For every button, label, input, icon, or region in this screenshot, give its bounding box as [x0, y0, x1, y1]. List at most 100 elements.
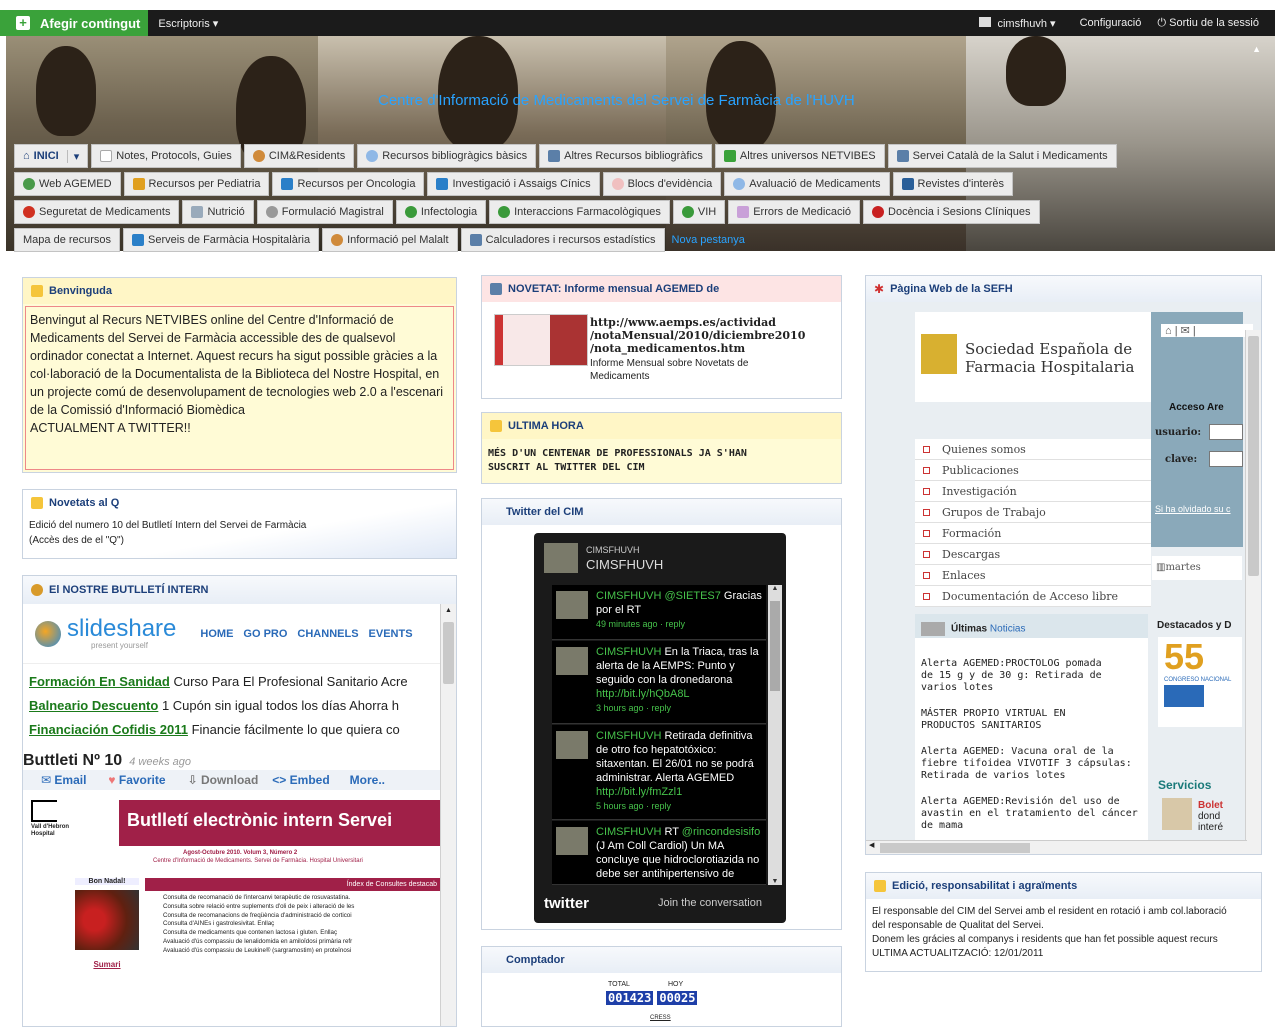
agemed-link[interactable]: http://www.aemps.es/actividad /notaMensu… — [590, 316, 805, 355]
tab-interaccions[interactable]: Interaccions Farmacològiques — [489, 200, 670, 224]
tab-serveis[interactable]: Serveis de Farmàcia Hospitalària — [123, 228, 320, 252]
email-button[interactable]: ✉ Email — [41, 773, 86, 787]
widget-header[interactable]: Benvinguda — [23, 278, 456, 304]
widget-header[interactable]: El NOSTRE BUTLLETÍ INTERN — [23, 576, 456, 604]
ss-nav-events[interactable]: EVENTS — [369, 628, 413, 640]
tab-notes[interactable]: Notes, Protocols, Guies — [91, 144, 241, 168]
horizontal-scrollbar[interactable]: ◀ — [866, 840, 1247, 854]
tab-infectologia[interactable]: Infectologia — [395, 200, 487, 224]
tab-seguretat[interactable]: Seguretat de Medicaments — [14, 200, 180, 224]
tab-revistes[interactable]: Revistes d'interès — [892, 172, 1014, 196]
ss-nav-gopro[interactable]: GO PRO — [243, 628, 287, 640]
embed-button[interactable]: <> Embed — [272, 773, 329, 787]
tab-investigacio[interactable]: Investigació i Assaigs Cínics — [427, 172, 600, 196]
username-input[interactable] — [1209, 424, 1243, 440]
widget-header[interactable]: ✱ Pàgina Web de la SEFH — [866, 276, 1261, 302]
benvinguda-text-area[interactable]: Benvingut al Recurs NETVIBES online del … — [25, 306, 454, 470]
note-icon — [490, 420, 502, 432]
scrollbar-thumb[interactable] — [1248, 336, 1259, 576]
tab-cim-residents[interactable]: CIM&Residents — [243, 144, 355, 168]
sefh-logo[interactable]: Sociedad Española de Farmacia Hospitalar… — [915, 312, 1151, 402]
tab-formulacio[interactable]: Formulació Magistral — [256, 200, 393, 224]
tab-universos[interactable]: Altres universos NETVIBES — [714, 144, 885, 168]
tab-vih[interactable]: VIH — [672, 200, 726, 224]
scrollbar[interactable]: ▲ ▼ — [768, 585, 782, 885]
ss-nav-channels[interactable]: CHANNELS — [297, 628, 358, 640]
tab-oncologia[interactable]: Recursos per Oncologia — [272, 172, 425, 196]
scrollbar-thumb[interactable] — [880, 843, 1030, 853]
add-content-button[interactable]: + Afegir contingut — [0, 10, 149, 36]
doc-title[interactable]: Buttleti Nº 10 — [23, 752, 122, 769]
sefh-menu-item[interactable]: Enlaces — [915, 565, 1151, 586]
tab-agemed[interactable]: Web AGEMED — [14, 172, 121, 196]
password-input[interactable] — [1209, 451, 1243, 467]
sefh-menu-item[interactable]: Investigación — [915, 481, 1151, 502]
counter-link[interactable]: CRESS — [650, 1015, 671, 1021]
ad-link[interactable]: Financiación Cofidis 2011 — [29, 722, 188, 737]
ad-link[interactable]: Balneario Descuento — [29, 698, 158, 713]
ss-nav-home[interactable]: HOME — [200, 628, 233, 640]
tab-calculadores[interactable]: Calculadores i recursos estadístics — [460, 228, 665, 252]
tab-recursos-basics[interactable]: Recursos bibliogràgics bàsics — [357, 144, 537, 168]
download-button[interactable]: ⇩ Download — [188, 773, 259, 787]
scrollbar-thumb[interactable] — [443, 622, 454, 684]
widget-header[interactable]: ULTIMA HORA — [482, 413, 841, 439]
sefh-menu-item[interactable]: Publicaciones — [915, 460, 1151, 481]
widget-header[interactable]: NOVETAT: Informe mensual AGEMED de — [482, 276, 841, 302]
tab-avaluacio[interactable]: Avaluació de Medicaments — [724, 172, 890, 196]
scroll-down-icon[interactable]: ▼ — [768, 878, 782, 885]
ad-link[interactable]: Formación En Sanidad — [29, 674, 170, 689]
news-item[interactable]: Alerta AGEMED:Revisión del uso de avastin… — [921, 796, 1142, 832]
home-icon[interactable]: ⌂ | ✉ | — [1161, 324, 1253, 337]
slide-items: Consulta de recomanació de l'intercanvi … — [163, 894, 441, 956]
twitter-logo[interactable]: twitter — [544, 895, 589, 912]
sefh-menu-item[interactable]: Grupos de Trabajo — [915, 502, 1151, 523]
news-item[interactable]: Alerta AGEMED: Vacuna oral de la fiebre t… — [921, 746, 1142, 782]
bulletin-icon[interactable] — [1162, 798, 1192, 830]
new-tab-link[interactable]: Nova pestanya — [672, 234, 745, 246]
tab-mapa[interactable]: Mapa de recursos — [14, 228, 121, 252]
sefh-menu-item[interactable]: Formación — [915, 523, 1151, 544]
scroll-up-icon[interactable]: ▲ — [441, 607, 456, 614]
slideshare-logo[interactable]: slideshare present yourself — [67, 617, 176, 651]
user-menu[interactable]: cimsfhuvh ▾ — [979, 16, 1056, 30]
scrollbar[interactable]: ▲ — [440, 604, 456, 1026]
scrollbar[interactable] — [1245, 330, 1261, 854]
tab-inici[interactable]: ⌂ INICI ▾ — [14, 144, 89, 168]
favorite-button[interactable]: ♥ Favorite — [108, 773, 165, 787]
tab-altres-recursos[interactable]: Altres Recursos bibliogràfics — [539, 144, 712, 168]
tab-nutricio[interactable]: Nutrició — [182, 200, 254, 224]
novetat-widget: NOVETAT: Informe mensual AGEMED de http:… — [481, 275, 842, 399]
join-conversation-link[interactable]: Join the conversation — [658, 897, 762, 909]
sefh-menu-item[interactable]: Documentación de Acceso libre — [915, 586, 1151, 607]
congreso-banner[interactable]: 55 CONGRESO NACIONAL — [1158, 637, 1242, 727]
ultima-hora-widget: ULTIMA HORA MÉS D'UN CENTENAR DE PROFESS… — [481, 412, 842, 484]
logout-link[interactable]: ⏻ Sortiu de la sessió — [1157, 17, 1259, 30]
widget-header[interactable]: Novetats al Q — [23, 490, 456, 516]
desktops-menu[interactable]: Escriptoris ▾ — [158, 17, 218, 30]
tab-pediatria[interactable]: Recursos per Pediatria — [123, 172, 270, 196]
widget-header[interactable]: Twitter del CIM — [482, 499, 841, 525]
sefh-menu-item[interactable]: Descargas — [915, 544, 1151, 565]
tab-malalt[interactable]: Informació pel Malalt — [322, 228, 458, 252]
tab-docencia[interactable]: Docència i Sesions Clíniques — [863, 200, 1040, 224]
sefh-menu-item[interactable]: Quienes somos — [915, 439, 1151, 460]
widget-header[interactable]: Edició, responsabilitat i agraïments — [866, 873, 1261, 899]
collapse-icon[interactable]: ▲ — [1252, 44, 1261, 54]
tab-errors[interactable]: Errors de Medicació — [728, 200, 861, 224]
scrollbar-thumb[interactable] — [770, 601, 780, 691]
sefh-frame[interactable]: Sociedad Española de Farmacia Hospitalar… — [866, 302, 1261, 854]
config-link[interactable]: Configuració — [1080, 17, 1142, 30]
agemed-thumbnail[interactable] — [494, 314, 588, 366]
tab-blocs[interactable]: Blocs d'evidència — [602, 172, 722, 196]
twitter-avatar[interactable] — [544, 543, 578, 573]
calendar-link[interactable]: ▥martes — [1152, 556, 1242, 580]
scroll-up-icon[interactable]: ▲ — [768, 585, 782, 592]
news-item[interactable]: Alerta AGEMED:PROCTOLOG pomada de 15 g y … — [921, 658, 1142, 694]
tab-catsalut[interactable]: Servei Català de la Salut i Medicaments — [887, 144, 1117, 168]
search-icon — [366, 150, 379, 162]
more-button[interactable]: More.. — [350, 773, 385, 787]
slide-preview[interactable]: Vall d'Hebron Hospital Butlletí electròni… — [23, 790, 441, 980]
widget-header[interactable]: Comptador — [482, 947, 841, 973]
news-item[interactable]: MÁSTER PROPIO VIRTUAL EN PRODUCTOS SANITA… — [921, 708, 1142, 732]
